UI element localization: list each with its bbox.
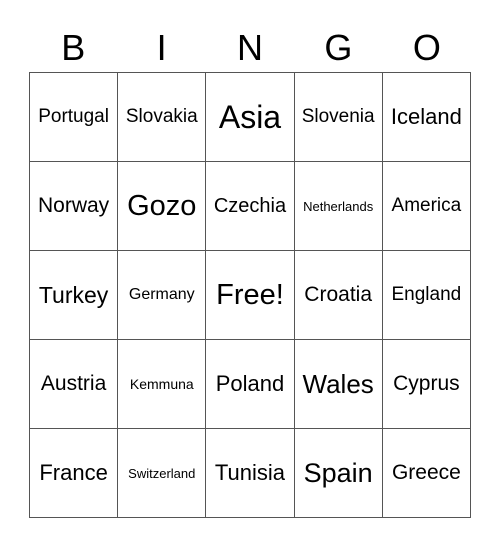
bingo-header: B I N G O <box>29 24 471 72</box>
bingo-cell[interactable]: Iceland <box>381 72 472 162</box>
bingo-cell[interactable]: America <box>381 161 472 251</box>
bingo-cell[interactable]: Switzerland <box>117 428 207 518</box>
header-letter-o: O <box>412 27 441 68</box>
grid-row: Austria Kemmuna Poland Wales Cyprus <box>28 339 472 429</box>
bingo-cell[interactable]: Kemmuna <box>117 339 207 429</box>
header-letter-g: G <box>324 27 353 68</box>
grid-row: France Switzerland Tunisia Spain Greece <box>28 428 472 518</box>
bingo-cell[interactable]: France <box>28 428 119 518</box>
bingo-cell[interactable]: Czechia <box>205 161 295 251</box>
bingo-cell[interactable]: Spain <box>293 428 383 518</box>
grid-row: Norway Gozo Czechia Netherlands America <box>28 161 472 251</box>
bingo-cell[interactable]: Greece <box>381 428 472 518</box>
bingo-cell[interactable]: Gozo <box>117 161 207 251</box>
bingo-cell[interactable]: Slovenia <box>293 72 383 162</box>
bingo-cell[interactable]: Cyprus <box>381 339 472 429</box>
header-letter-n: N <box>237 27 264 68</box>
bingo-cell[interactable]: Poland <box>205 339 295 429</box>
bingo-cell[interactable]: Austria <box>28 339 119 429</box>
bingo-cell[interactable]: Norway <box>28 161 119 251</box>
bingo-cell[interactable]: Portugal <box>28 72 119 162</box>
header-letter-b: B <box>61 27 86 68</box>
bingo-cell[interactable]: Tunisia <box>205 428 295 518</box>
bingo-cell[interactable]: Germany <box>117 250 207 340</box>
bingo-grid: Portugal Slovakia Asia Slovenia Iceland Norwa… <box>28 72 472 518</box>
bingo-cell[interactable]: Free! <box>205 250 295 340</box>
bingo-cell[interactable]: Netherlands <box>293 161 383 251</box>
bingo-cell[interactable]: Turkey <box>28 250 119 340</box>
bingo-cell[interactable]: Slovakia <box>117 72 207 162</box>
bingo-cell[interactable]: Wales <box>293 339 383 429</box>
bingo-cell[interactable]: Asia <box>205 72 295 162</box>
grid-row: Turkey Germany Free! Croatia England <box>28 250 472 340</box>
grid-row: Portugal Slovakia Asia Slovenia Iceland <box>28 72 472 162</box>
bingo-cell[interactable]: England <box>381 250 472 340</box>
bingo-cell[interactable]: Croatia <box>293 250 383 340</box>
header-letter-i: I <box>156 27 167 68</box>
